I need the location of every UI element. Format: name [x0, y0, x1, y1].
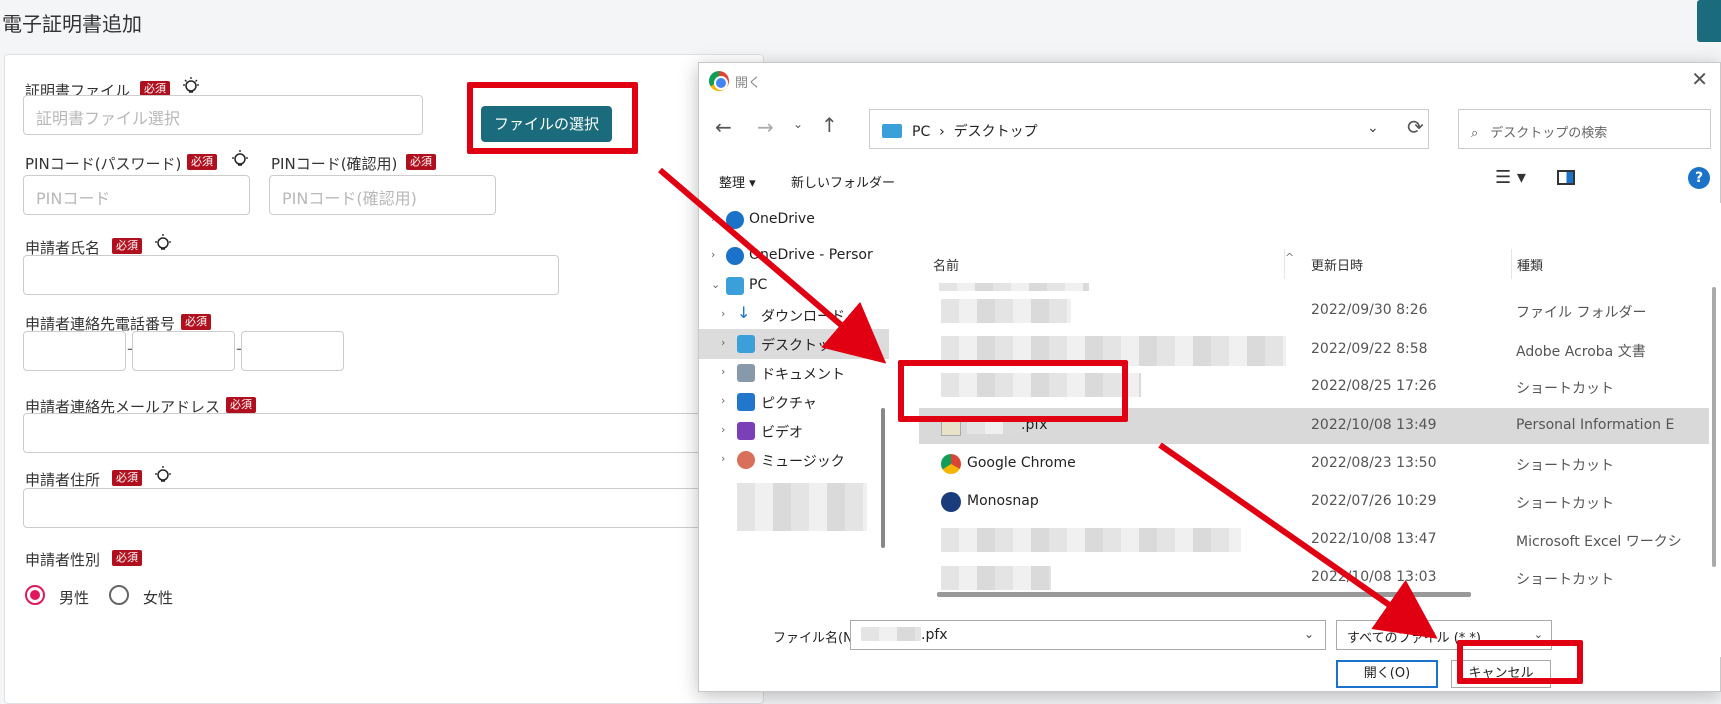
instruction-arrows — [658, 167, 1438, 639]
arrow-to-pfx — [658, 167, 887, 364]
arrow-to-open — [1158, 442, 1438, 639]
